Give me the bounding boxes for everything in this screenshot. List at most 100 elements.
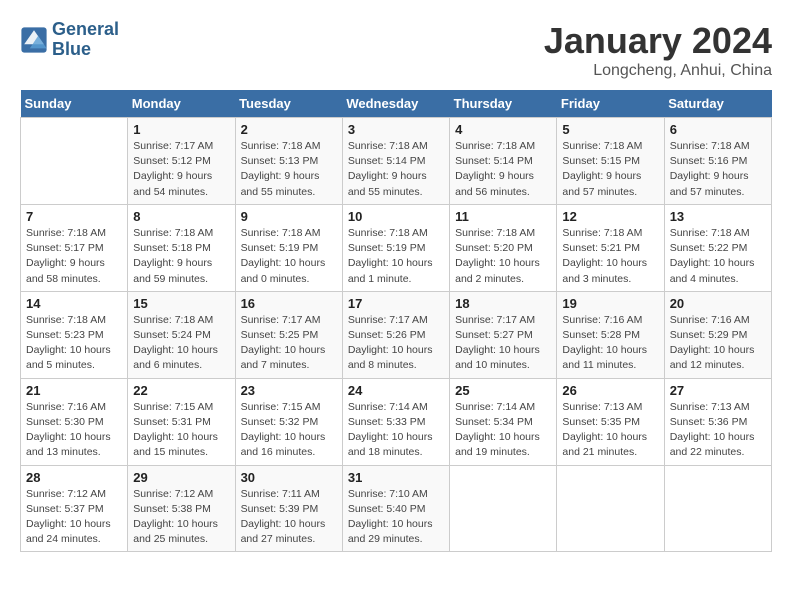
day-number: 24 — [348, 383, 444, 398]
day-info: Sunrise: 7:14 AM Sunset: 5:33 PM Dayligh… — [348, 400, 444, 461]
calendar-cell: 10 Sunrise: 7:18 AM Sunset: 5:19 PM Dayli… — [342, 204, 449, 291]
day-number: 29 — [133, 470, 229, 485]
day-number: 15 — [133, 296, 229, 311]
calendar-week-row: 7 Sunrise: 7:18 AM Sunset: 5:17 PM Daylig… — [21, 204, 772, 291]
day-info: Sunrise: 7:18 AM Sunset: 5:14 PM Dayligh… — [348, 139, 444, 200]
day-number: 20 — [670, 296, 766, 311]
day-number: 8 — [133, 209, 229, 224]
day-info: Sunrise: 7:17 AM Sunset: 5:27 PM Dayligh… — [455, 313, 551, 374]
calendar-cell: 12Sunrise: 7:18 AM Sunset: 5:21 PM Dayli… — [557, 204, 664, 291]
calendar-week-row: 28 Sunrise: 7:12 AM Sunset: 5:37 PM Dayli… — [21, 465, 772, 552]
day-info: Sunrise: 7:18 AM Sunset: 5:22 PM Dayligh… — [670, 226, 766, 287]
day-info: Sunrise: 7:17 AM Sunset: 5:26 PM Dayligh… — [348, 313, 444, 374]
weekday-header-row: SundayMondayTuesdayWednesdayThursdayFrid… — [21, 90, 772, 118]
day-number: 31 — [348, 470, 444, 485]
calendar-cell: 9Sunrise: 7:18 AM Sunset: 5:19 PM Daylig… — [235, 204, 342, 291]
header: General Blue January 2024 Longcheng, Anh… — [20, 20, 772, 80]
day-info: Sunrise: 7:18 AM Sunset: 5:14 PM Dayligh… — [455, 139, 551, 200]
weekday-header-sunday: Sunday — [21, 90, 128, 118]
day-info: Sunrise: 7:18 AM Sunset: 5:17 PM Dayligh… — [26, 226, 122, 287]
day-info: Sunrise: 7:15 AM Sunset: 5:31 PM Dayligh… — [133, 400, 229, 461]
day-number: 3 — [348, 122, 444, 137]
weekday-header-monday: Monday — [128, 90, 235, 118]
day-number: 11 — [455, 209, 551, 224]
day-number: 10 — [348, 209, 444, 224]
day-number: 27 — [670, 383, 766, 398]
day-number: 16 — [241, 296, 337, 311]
day-info: Sunrise: 7:18 AM Sunset: 5:23 PM Dayligh… — [26, 313, 122, 374]
month-title: January 2024 — [544, 20, 772, 62]
day-number: 18 — [455, 296, 551, 311]
weekday-header-friday: Friday — [557, 90, 664, 118]
calendar-cell: 13 Sunrise: 7:18 AM Sunset: 5:22 PM Dayli… — [664, 204, 771, 291]
calendar-cell: 6 Sunrise: 7:18 AM Sunset: 5:16 PM Daylig… — [664, 118, 771, 205]
day-number: 9 — [241, 209, 337, 224]
day-info: Sunrise: 7:17 AM Sunset: 5:12 PM Dayligh… — [133, 139, 229, 200]
weekday-header-tuesday: Tuesday — [235, 90, 342, 118]
calendar-cell — [557, 465, 664, 552]
day-info: Sunrise: 7:10 AM Sunset: 5:40 PM Dayligh… — [348, 487, 444, 548]
calendar-cell — [21, 118, 128, 205]
day-info: Sunrise: 7:18 AM Sunset: 5:18 PM Dayligh… — [133, 226, 229, 287]
day-info: Sunrise: 7:16 AM Sunset: 5:29 PM Dayligh… — [670, 313, 766, 374]
weekday-header-thursday: Thursday — [450, 90, 557, 118]
calendar-week-row: 21 Sunrise: 7:16 AM Sunset: 5:30 PM Dayli… — [21, 378, 772, 465]
day-info: Sunrise: 7:18 AM Sunset: 5:16 PM Dayligh… — [670, 139, 766, 200]
day-number: 19 — [562, 296, 658, 311]
weekday-header-wednesday: Wednesday — [342, 90, 449, 118]
logo-line1: General — [52, 20, 119, 40]
day-number: 2 — [241, 122, 337, 137]
calendar-cell: 2 Sunrise: 7:18 AM Sunset: 5:13 PM Daylig… — [235, 118, 342, 205]
day-info: Sunrise: 7:18 AM Sunset: 5:15 PM Dayligh… — [562, 139, 658, 200]
logo-line2: Blue — [52, 40, 119, 60]
day-info: Sunrise: 7:15 AM Sunset: 5:32 PM Dayligh… — [241, 400, 337, 461]
day-info: Sunrise: 7:18 AM Sunset: 5:24 PM Dayligh… — [133, 313, 229, 374]
weekday-header-saturday: Saturday — [664, 90, 771, 118]
calendar-cell: 25 Sunrise: 7:14 AM Sunset: 5:34 PM Dayli… — [450, 378, 557, 465]
calendar-cell: 23Sunrise: 7:15 AM Sunset: 5:32 PM Dayli… — [235, 378, 342, 465]
logo: General Blue — [20, 20, 119, 60]
day-number: 6 — [670, 122, 766, 137]
day-info: Sunrise: 7:18 AM Sunset: 5:19 PM Dayligh… — [348, 226, 444, 287]
day-info: Sunrise: 7:12 AM Sunset: 5:37 PM Dayligh… — [26, 487, 122, 548]
calendar-cell: 3 Sunrise: 7:18 AM Sunset: 5:14 PM Daylig… — [342, 118, 449, 205]
calendar-cell: 7 Sunrise: 7:18 AM Sunset: 5:17 PM Daylig… — [21, 204, 128, 291]
calendar-cell: 20 Sunrise: 7:16 AM Sunset: 5:29 PM Dayli… — [664, 291, 771, 378]
day-number: 21 — [26, 383, 122, 398]
calendar-cell: 26Sunrise: 7:13 AM Sunset: 5:35 PM Dayli… — [557, 378, 664, 465]
day-info: Sunrise: 7:16 AM Sunset: 5:30 PM Dayligh… — [26, 400, 122, 461]
day-info: Sunrise: 7:12 AM Sunset: 5:38 PM Dayligh… — [133, 487, 229, 548]
calendar-cell: 1Sunrise: 7:17 AM Sunset: 5:12 PM Daylig… — [128, 118, 235, 205]
calendar-week-row: 14 Sunrise: 7:18 AM Sunset: 5:23 PM Dayli… — [21, 291, 772, 378]
calendar-cell: 27Sunrise: 7:13 AM Sunset: 5:36 PM Dayli… — [664, 378, 771, 465]
calendar-cell: 16 Sunrise: 7:17 AM Sunset: 5:25 PM Dayli… — [235, 291, 342, 378]
day-info: Sunrise: 7:18 AM Sunset: 5:13 PM Dayligh… — [241, 139, 337, 200]
day-number: 5 — [562, 122, 658, 137]
calendar-cell: 30Sunrise: 7:11 AM Sunset: 5:39 PM Dayli… — [235, 465, 342, 552]
day-info: Sunrise: 7:14 AM Sunset: 5:34 PM Dayligh… — [455, 400, 551, 461]
calendar-cell — [450, 465, 557, 552]
day-number: 25 — [455, 383, 551, 398]
calendar-cell: 29 Sunrise: 7:12 AM Sunset: 5:38 PM Dayli… — [128, 465, 235, 552]
calendar-week-row: 1Sunrise: 7:17 AM Sunset: 5:12 PM Daylig… — [21, 118, 772, 205]
day-info: Sunrise: 7:17 AM Sunset: 5:25 PM Dayligh… — [241, 313, 337, 374]
calendar-cell: 28 Sunrise: 7:12 AM Sunset: 5:37 PM Dayli… — [21, 465, 128, 552]
day-number: 13 — [670, 209, 766, 224]
day-number: 14 — [26, 296, 122, 311]
calendar-cell: 15 Sunrise: 7:18 AM Sunset: 5:24 PM Dayli… — [128, 291, 235, 378]
day-number: 22 — [133, 383, 229, 398]
day-info: Sunrise: 7:11 AM Sunset: 5:39 PM Dayligh… — [241, 487, 337, 548]
logo-text: General Blue — [52, 20, 119, 60]
location-subtitle: Longcheng, Anhui, China — [544, 62, 772, 80]
day-number: 7 — [26, 209, 122, 224]
calendar-cell: 14 Sunrise: 7:18 AM Sunset: 5:23 PM Dayli… — [21, 291, 128, 378]
calendar-cell: 5 Sunrise: 7:18 AM Sunset: 5:15 PM Daylig… — [557, 118, 664, 205]
calendar-cell: 17Sunrise: 7:17 AM Sunset: 5:26 PM Dayli… — [342, 291, 449, 378]
day-info: Sunrise: 7:18 AM Sunset: 5:20 PM Dayligh… — [455, 226, 551, 287]
calendar-cell: 19Sunrise: 7:16 AM Sunset: 5:28 PM Dayli… — [557, 291, 664, 378]
title-area: January 2024 Longcheng, Anhui, China — [544, 20, 772, 80]
day-number: 26 — [562, 383, 658, 398]
calendar-table: SundayMondayTuesdayWednesdayThursdayFrid… — [20, 90, 772, 552]
day-number: 28 — [26, 470, 122, 485]
day-info: Sunrise: 7:18 AM Sunset: 5:21 PM Dayligh… — [562, 226, 658, 287]
